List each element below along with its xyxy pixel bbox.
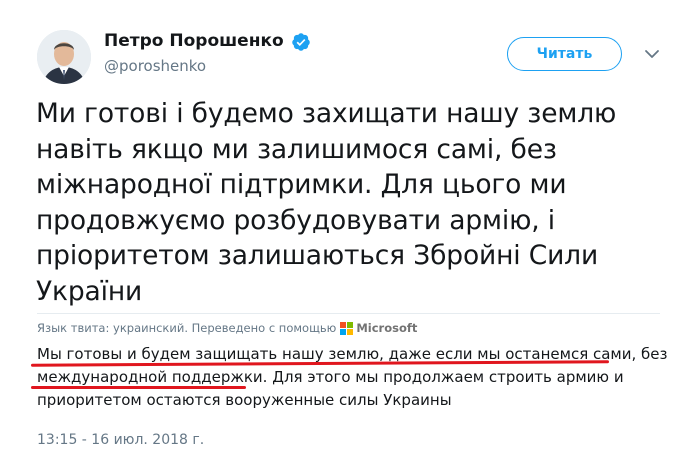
avatar-image <box>37 30 91 84</box>
author-handle[interactable]: @poroshenko <box>104 57 206 75</box>
red-underline-annotation <box>31 386 246 389</box>
translated-line-prefix: международной поддержки. <box>37 368 268 386</box>
tweet-text-line: міжнародної підтримки. Для цього ми <box>36 169 567 200</box>
translated-text: Мы готовы и будем защищать нашу землю, д… <box>37 343 667 412</box>
tweet-text-line: продовжуємо розбудовувати армію, і <box>36 204 555 236</box>
tweet-text-line: України <box>36 275 143 307</box>
translation-notice-text: Язык твита: украинский. Переведено с пом… <box>37 321 337 335</box>
follow-button[interactable]: Читать <box>507 37 622 71</box>
author-name[interactable]: Петро Порошенко <box>104 31 284 51</box>
translated-line: приоритетом остаются вооруженные силы Ук… <box>37 391 452 409</box>
chevron-down-icon[interactable] <box>642 44 662 64</box>
translation-notice: Язык твита: украинский. Переведено с пом… <box>37 320 417 336</box>
tweet-timestamp[interactable]: 13:15 - 16 июл. 2018 г. <box>37 432 204 448</box>
translated-line-rest: Для этого мы продолжаем строить армию и <box>267 368 624 386</box>
translation-divider <box>37 313 660 314</box>
translator-provider[interactable]: Microsoft <box>356 321 417 335</box>
tweet-header: Петро Порошенко @poroshenko Читать <box>0 0 700 100</box>
tweet-text-line: пріоритетом залишаються Збройні Сили <box>36 240 599 271</box>
tweet-text: Ми готові і будемо захищати нашу землю н… <box>36 96 676 309</box>
tweet-text-line: навіть якщо ми залишимося самі, без <box>36 133 557 165</box>
tweet-text-line: Ми готові і будемо захищати нашу землю <box>36 98 617 129</box>
avatar[interactable] <box>37 30 91 84</box>
verified-badge-icon <box>292 33 310 51</box>
microsoft-logo-icon <box>340 321 354 335</box>
